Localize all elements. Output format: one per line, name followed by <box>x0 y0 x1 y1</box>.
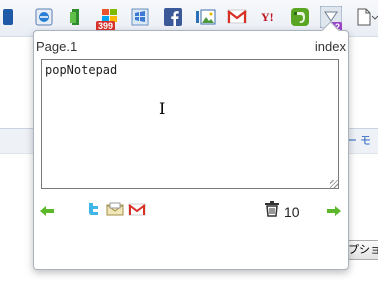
image-viewer-icon[interactable] <box>196 8 216 26</box>
windows-mail-icon[interactable]: 399 <box>96 8 117 32</box>
email-icon[interactable] <box>106 202 124 221</box>
textarea-resize-grip[interactable] <box>330 180 338 188</box>
evernote-icon[interactable] <box>291 8 309 26</box>
page-count: 10 <box>284 204 300 220</box>
trash-icon[interactable] <box>265 201 279 222</box>
evernote-clip-icon[interactable] <box>67 8 85 26</box>
facebook-icon[interactable] <box>164 8 182 26</box>
notepad-popup: Page.1 index I 10 <box>33 21 349 270</box>
bookmark-icon[interactable] <box>2 8 20 26</box>
background-option-button[interactable]: プショ <box>344 240 378 260</box>
text-cursor-icon: I <box>159 99 166 118</box>
windows-icon[interactable] <box>131 8 149 26</box>
page-menu-icon[interactable] <box>356 8 378 26</box>
browser-app-icon[interactable] <box>35 8 53 26</box>
twitter-icon[interactable] <box>86 202 100 221</box>
svg-text:Y!: Y! <box>261 10 274 24</box>
index-link[interactable]: index <box>315 39 346 54</box>
previous-page-arrow-icon[interactable] <box>39 204 55 222</box>
background-side-link[interactable]: ー モ <box>346 132 371 148</box>
yahoo-icon[interactable]: Y! <box>260 8 278 26</box>
note-textarea[interactable] <box>41 59 339 189</box>
gmail-share-icon[interactable] <box>128 203 146 221</box>
next-page-arrow-icon[interactable] <box>326 204 342 222</box>
page-label: Page.1 <box>36 39 78 54</box>
gmail-icon[interactable] <box>227 8 247 26</box>
